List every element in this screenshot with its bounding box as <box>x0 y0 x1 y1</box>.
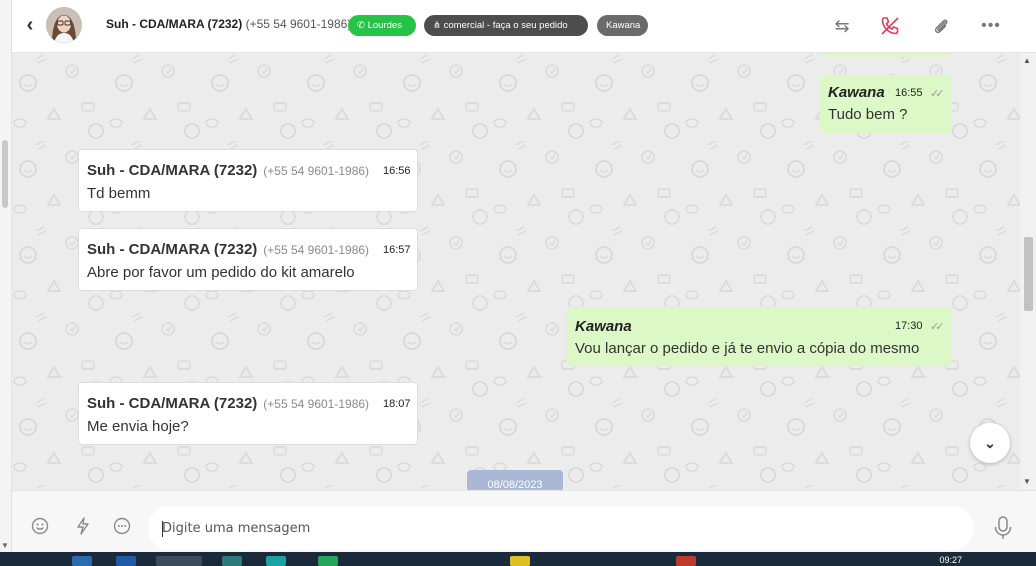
message-sender: Suh - CDA/MARA (7232) (+55 54 9601-1986) <box>87 241 369 258</box>
message-text: Vou lançar o pedido e já te envio a cópi… <box>575 340 920 357</box>
microphone-icon[interactable] <box>992 515 1014 541</box>
taskbar-app-icon[interactable] <box>72 556 92 566</box>
message-input[interactable] <box>148 506 974 550</box>
lightning-icon[interactable] <box>73 517 93 537</box>
sender-name: Suh - CDA/MARA (7232) <box>87 241 258 258</box>
chevron-down-icon: ⌄ <box>984 435 996 451</box>
more-icon[interactable]: ••• <box>979 14 1003 38</box>
message-text: Me envia hoje? <box>87 418 189 435</box>
message-sender: Kawana <box>828 84 885 101</box>
back-button[interactable]: ‹ <box>22 13 38 37</box>
date-divider: 08/08/2023 <box>467 470 563 492</box>
tag-label: Lourdes <box>367 20 402 31</box>
contact-name: Suh - CDA/MARA (7232) <box>106 17 243 31</box>
taskbar-app-icon[interactable] <box>510 556 530 566</box>
message-text: Abre por favor um pedido do kit amarelo <box>87 264 355 281</box>
message-sender: Suh - CDA/MARA (7232) (+55 54 9601-1986) <box>87 162 369 179</box>
taskbar-app-icon[interactable] <box>156 556 202 566</box>
left-scrollbar-thumb[interactable] <box>2 140 8 208</box>
os-taskbar: 09:27 <box>0 552 1036 566</box>
tag-label: comercial - faça o seu pedido <box>443 20 568 31</box>
double-check-icon: ✓✓ <box>930 88 945 100</box>
scroll-down-arrow-icon[interactable]: ▼ <box>1 542 9 550</box>
text-caret <box>162 521 163 537</box>
message-text: Td bemm <box>87 185 151 202</box>
message-bubble-outgoing[interactable]: Kawana 17:30 ✓✓ Vou lançar o pedido e já… <box>567 307 952 366</box>
chat-dots-icon[interactable] <box>112 517 132 537</box>
message-bubble-outgoing[interactable] <box>820 53 952 57</box>
message-time: 16:56 <box>383 165 411 177</box>
scroll-down-arrow-icon[interactable]: ▼ <box>1023 477 1031 486</box>
taskbar-app-icon[interactable] <box>116 556 136 566</box>
right-scrollbar-thumb[interactable] <box>1024 237 1033 311</box>
message-bubble-incoming[interactable]: Suh - CDA/MARA (7232) (+55 54 9601-1986) … <box>78 228 418 291</box>
emoji-icon[interactable] <box>30 517 50 537</box>
message-time: 17:30 <box>895 320 923 332</box>
chat-header: ‹ Suh - CDA/MARA (7232) (+55 54 9601-198… <box>12 0 1036 53</box>
message-time: 18:07 <box>383 398 411 410</box>
sender-name: Suh - CDA/MARA (7232) <box>87 162 258 179</box>
paperclip-icon[interactable] <box>929 14 953 38</box>
sender-phone: (+55 54 9601-1986) <box>263 243 370 257</box>
message-text: Tudo bem ? <box>828 106 908 123</box>
agent-tag-lourdes[interactable]: ✆ Lourdes <box>348 15 416 36</box>
double-check-icon: ✓✓ <box>930 321 945 333</box>
sender-phone: (+55 54 9601-1986) <box>263 397 370 411</box>
transfer-icon[interactable]: ⇆ <box>830 14 854 38</box>
taskbar-app-icon[interactable] <box>266 556 286 566</box>
taskbar-app-icon[interactable] <box>222 556 242 566</box>
right-scrollbar[interactable]: ▲ ▼ <box>1020 53 1036 489</box>
scroll-up-arrow-icon[interactable]: ▲ <box>1023 56 1031 65</box>
avatar-photo <box>46 7 82 43</box>
agent-tag-kawana[interactable]: Kawana <box>597 15 648 36</box>
avatar[interactable] <box>46 7 82 43</box>
sitemap-icon: ⋔ <box>433 20 441 31</box>
message-time: 16:55 <box>895 87 923 99</box>
message-sender: Kawana <box>575 318 632 335</box>
message-composer <box>12 490 1036 553</box>
contact-phone: (+55 54 9601-1986) <box>245 17 352 31</box>
message-bubble-incoming[interactable]: Suh - CDA/MARA (7232) (+55 54 9601-1986) … <box>78 382 418 445</box>
message-sender: Suh - CDA/MARA (7232) (+55 54 9601-1986) <box>87 395 369 412</box>
scroll-to-bottom-button[interactable]: ⌄ <box>970 423 1010 463</box>
message-list[interactable]: Kawana 16:55 ✓✓ Tudo bem ? Suh - CDA/MAR… <box>12 53 1020 489</box>
message-time: 16:57 <box>383 244 411 256</box>
taskbar-app-icon[interactable] <box>676 556 696 566</box>
sender-phone: (+55 54 9601-1986) <box>263 164 370 178</box>
message-bubble-outgoing[interactable]: Kawana 16:55 ✓✓ Tudo bem ? <box>820 75 952 133</box>
taskbar-clock: 09:27 <box>939 555 962 565</box>
left-scrollbar[interactable]: ▼ <box>0 0 12 552</box>
whatsapp-icon: ✆ <box>357 20 365 31</box>
message-bubble-incoming[interactable]: Suh - CDA/MARA (7232) (+55 54 9601-1986) … <box>78 149 418 212</box>
department-tag[interactable]: ⋔ comercial - faça o seu pedido <box>424 15 588 36</box>
end-chat-icon[interactable] <box>878 14 902 38</box>
taskbar-app-icon[interactable] <box>318 556 338 566</box>
contact-title[interactable]: Suh - CDA/MARA (7232) (+55 54 9601-1986) <box>106 17 351 31</box>
sender-name: Suh - CDA/MARA (7232) <box>87 395 258 412</box>
